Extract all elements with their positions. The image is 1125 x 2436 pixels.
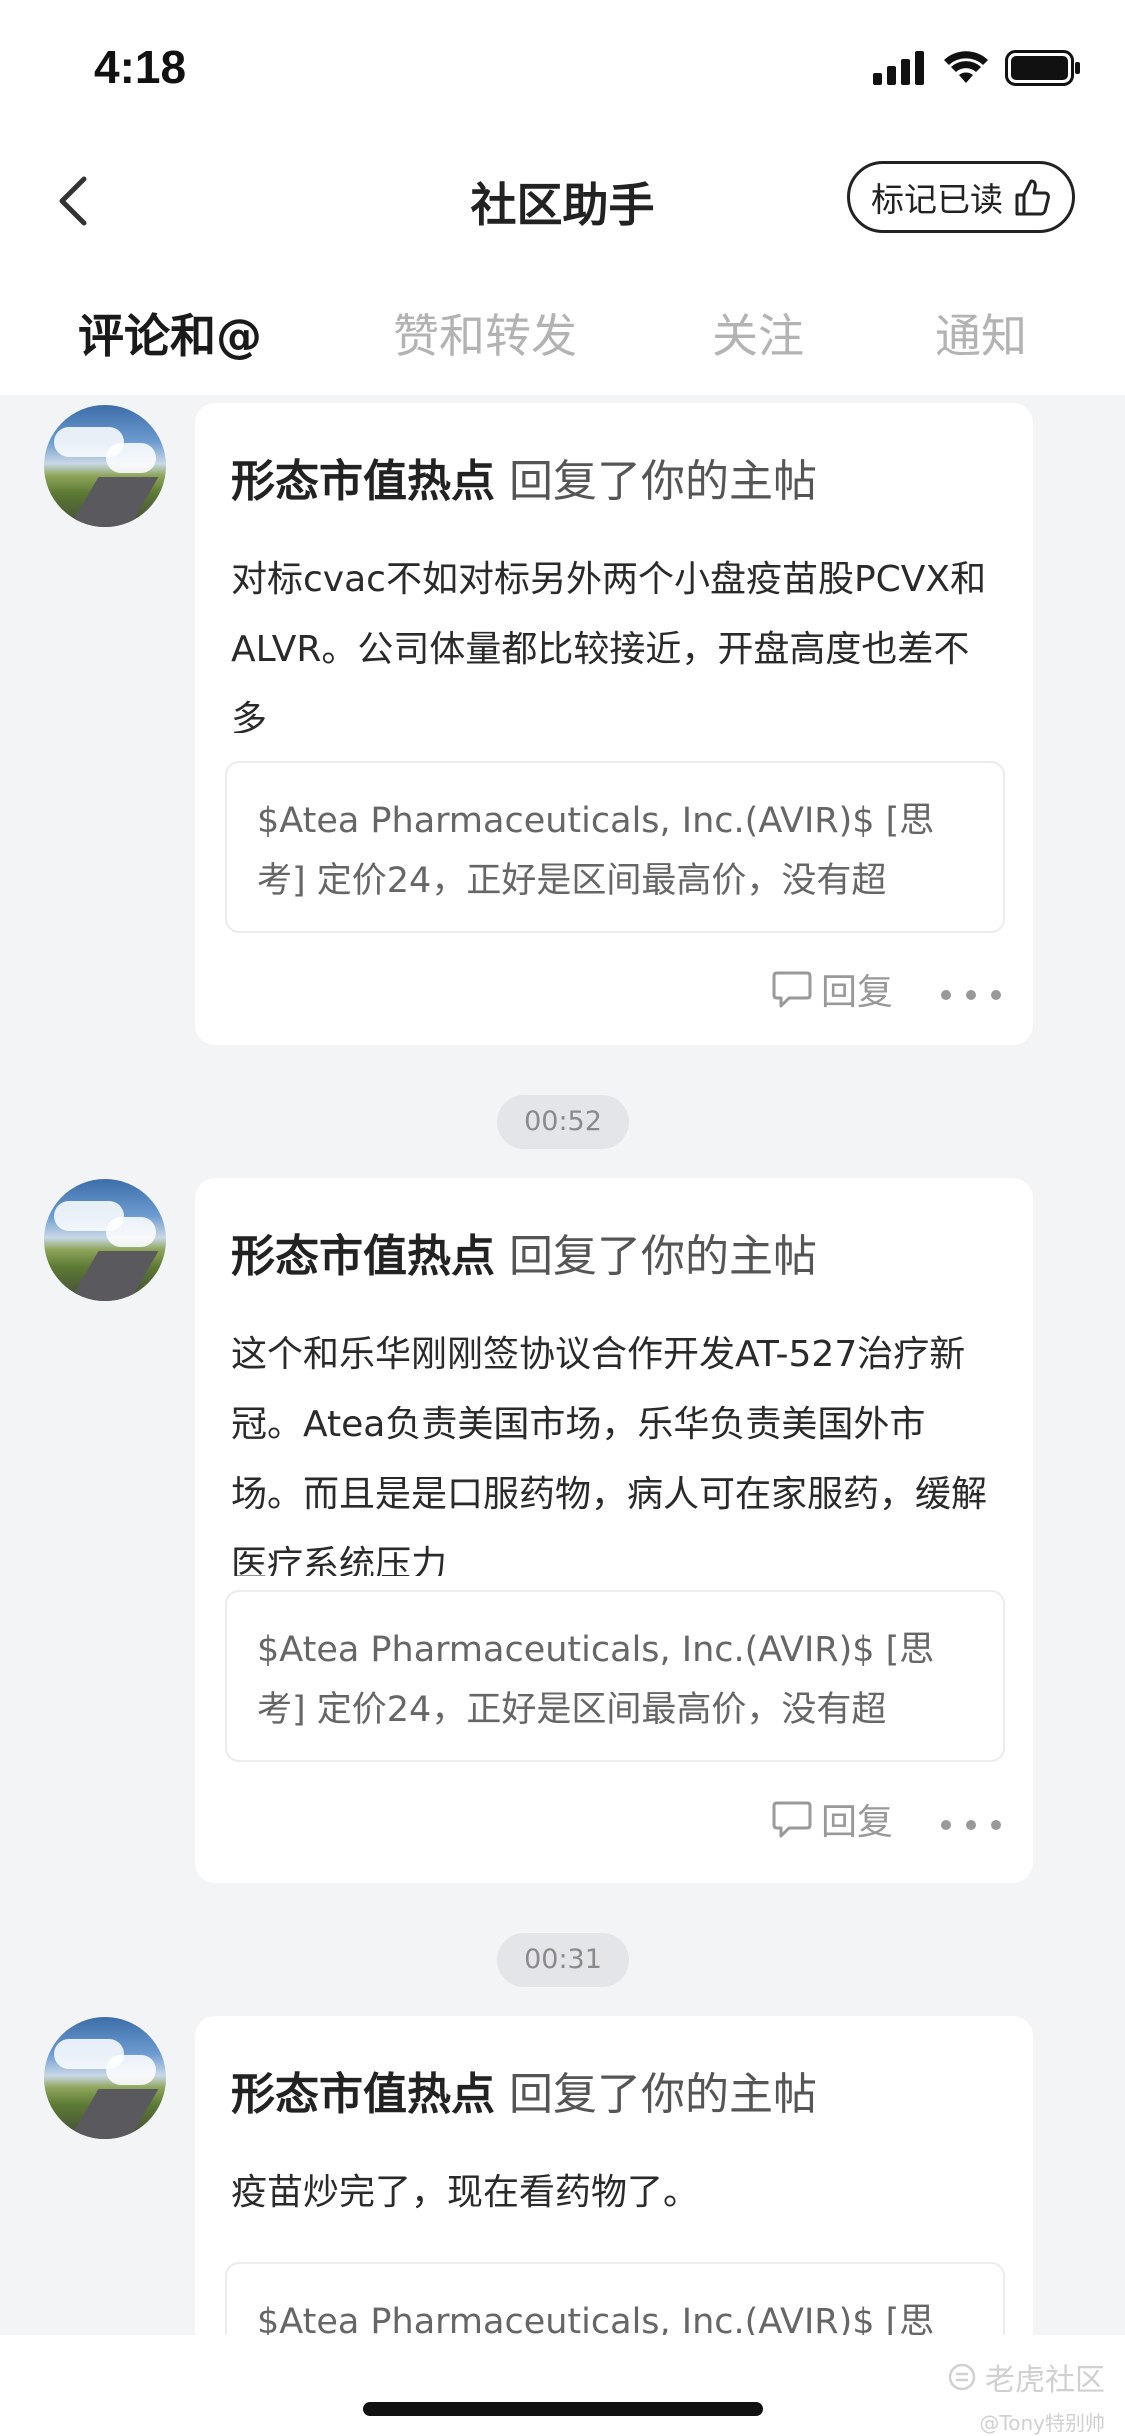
quoted-post[interactable]: $Atea Pharmaceuticals, Inc.(AVIR)$ [思考] … <box>225 1590 1005 1762</box>
reply-label: 回复 <box>820 1802 893 1843</box>
card-title: 形态市值热点 回复了你的主帖 <box>231 2058 817 2122</box>
notification-list: 形态市值热点 回复了你的主帖 对标cvac不如对标另外两个小盘疫苗股PCVX和AL… <box>0 395 1125 2335</box>
reply-button[interactable]: 回复 <box>771 963 893 1015</box>
watermark-user: @Tony特别帅 <box>979 2411 1105 2435</box>
reply-action-text: 回复了你的主帖 <box>509 456 817 507</box>
reply-action-text: 回复了你的主帖 <box>509 1231 817 1282</box>
avatar[interactable] <box>44 1179 166 1301</box>
quoted-post[interactable]: $Atea Pharmaceuticals, Inc.(AVIR)$ [思考] … <box>225 761 1005 933</box>
more-icon <box>941 1820 951 1830</box>
status-icons <box>873 48 1081 88</box>
reply-text: 这个和乐华刚刚签协议合作开发AT-527治疗新冠。Atea负责美国市场，乐华负责… <box>231 1334 988 1576</box>
mark-read-button[interactable]: 标记已读 <box>847 161 1075 233</box>
quoted-post[interactable]: $Atea Pharmaceuticals, Inc.(AVIR)$ [思 <box>225 2262 1005 2335</box>
signal-icon <box>873 51 924 85</box>
thumb-up-icon <box>1015 179 1050 216</box>
reply-text: 疫苗炒完了，现在看药物了。 <box>231 2172 700 2213</box>
comment-icon <box>772 971 812 1008</box>
home-indicator[interactable] <box>363 2402 763 2416</box>
tab-bar: 评论和@ 赞和转发 关注 通知 <box>0 260 1125 395</box>
tab-notice[interactable]: 通知 <box>935 300 1027 366</box>
card-title: 形态市值热点 回复了你的主帖 <box>231 1220 817 1284</box>
tiger-logo-icon <box>948 2363 976 2391</box>
timestamp-badge: 00:31 <box>497 1933 629 1987</box>
tab-follow[interactable]: 关注 <box>712 300 804 366</box>
reply-button[interactable]: 回复 <box>771 1793 893 1845</box>
reply-text: 对标cvac不如对标另外两个小盘疫苗股PCVX和ALVR。公司体量都比较接近，开… <box>231 559 987 733</box>
mark-read-label: 标记已读 <box>871 180 1003 219</box>
more-options-button[interactable] <box>941 1815 1001 1835</box>
timestamp-badge: 00:52 <box>497 1095 629 1149</box>
status-time: 4:18 <box>94 41 187 93</box>
notification-card[interactable]: 形态市值热点 回复了你的主帖 这个和乐华刚刚签协议合作开发AT-527治疗新冠。A… <box>195 1178 1033 1883</box>
wifi-icon <box>944 51 988 83</box>
comment-icon <box>772 1801 812 1838</box>
card-title: 形态市值热点 回复了你的主帖 <box>231 445 817 509</box>
notification-card[interactable]: 形态市值热点 回复了你的主帖 疫苗炒完了，现在看药物了。 $Atea Pharma… <box>195 2016 1033 2335</box>
avatar[interactable] <box>44 2017 166 2139</box>
notification-card[interactable]: 形态市值热点 回复了你的主帖 对标cvac不如对标另外两个小盘疫苗股PCVX和AL… <box>195 403 1033 1045</box>
status-bar: 4:18 <box>0 0 1125 135</box>
avatar[interactable] <box>44 405 166 527</box>
tab-comments[interactable]: 评论和@ <box>78 300 262 366</box>
reply-username[interactable]: 形态市值热点 <box>231 1231 495 1282</box>
more-options-button[interactable] <box>941 985 1001 1005</box>
reply-username[interactable]: 形态市值热点 <box>231 456 495 507</box>
tab-likes[interactable]: 赞和转发 <box>393 300 577 366</box>
watermark: 老虎社区 @Tony特别帅 <box>947 2355 1105 2436</box>
battery-icon <box>1005 50 1080 86</box>
more-icon <box>941 990 951 1000</box>
nav-bar: 社区助手 标记已读 <box>0 135 1125 260</box>
reply-username[interactable]: 形态市值热点 <box>231 2069 495 2120</box>
watermark-brand: 老虎社区 <box>985 2363 1105 2398</box>
reply-label: 回复 <box>820 972 893 1013</box>
reply-action-text: 回复了你的主帖 <box>509 2069 817 2120</box>
